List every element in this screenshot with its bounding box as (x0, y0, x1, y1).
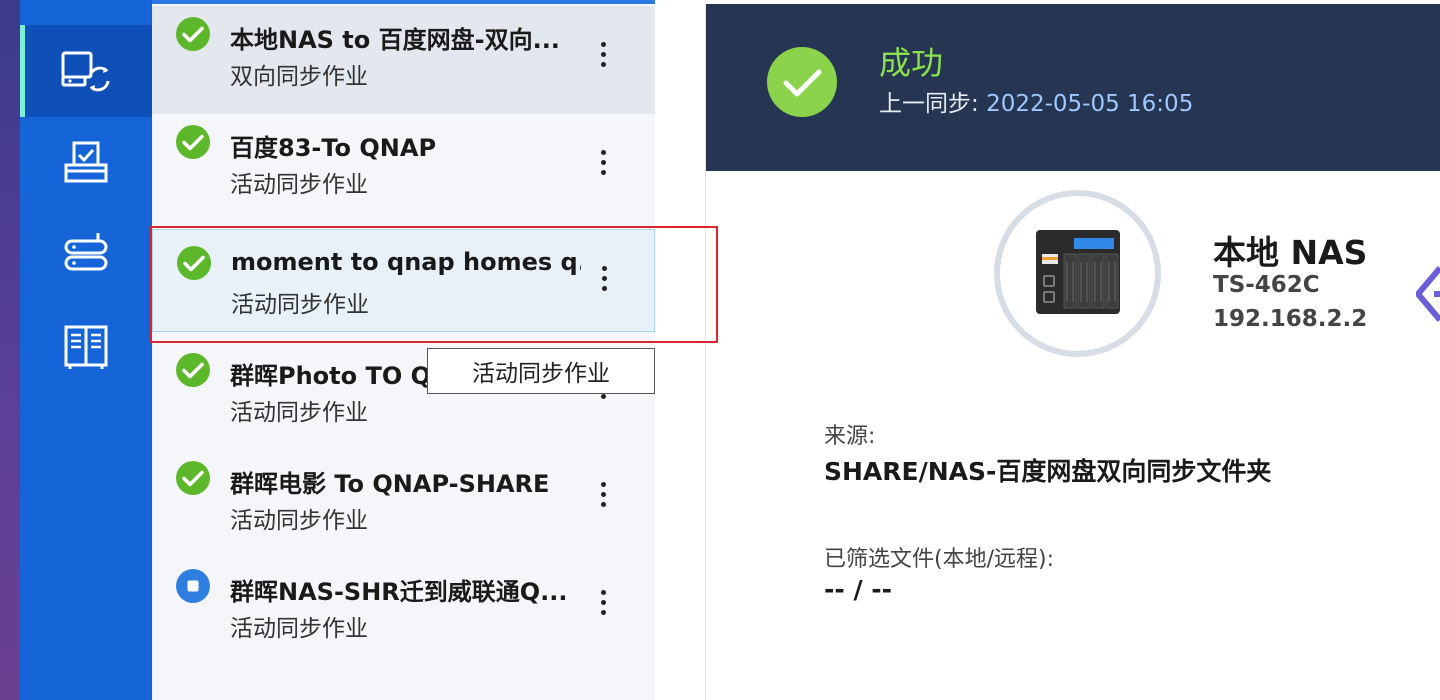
more-options-icon[interactable] (588, 142, 618, 182)
job-type: 活动同步作业 (230, 400, 368, 426)
sync-direction-arrow-icon (1416, 266, 1440, 322)
desktop-background (0, 0, 22, 700)
more-options-icon[interactable] (588, 34, 618, 74)
job-item[interactable]: 百度83-To QNAP 活动同步作业 (152, 114, 655, 222)
source-value: SHARE/NAS-百度网盘双向同步文件夹 (824, 457, 1272, 486)
job-name: 群晖NAS-SHR迁到威联通Q... (230, 578, 568, 606)
job-type: 活动同步作业 (230, 508, 368, 534)
backup-tray-icon (64, 141, 108, 183)
last-sync-time: 2022-05-05 16:05 (986, 91, 1194, 117)
success-check-icon (767, 47, 837, 117)
success-check-icon (176, 17, 210, 51)
nas-device-image (994, 190, 1161, 357)
side-navigation (20, 0, 152, 700)
job-item[interactable]: 本地NAS to 百度网盘-双向... 双向同步作业 (152, 6, 655, 114)
list-top-bar (152, 0, 655, 4)
log-book-icon (64, 325, 108, 369)
nav-logs[interactable] (20, 301, 152, 393)
success-check-icon (176, 125, 210, 159)
device-name: 本地 NAS (1213, 233, 1368, 272)
job-detail-panel: 成功 上一同步: 2022-05-05 16:05 本地 NAS TS-462C… (705, 0, 1440, 700)
job-name: 本地NAS to 百度网盘-双向... (230, 26, 560, 54)
job-type: 双向同步作业 (230, 64, 368, 90)
panel-gap (655, 0, 705, 700)
device-ip: 192.168.2.2 (1213, 306, 1368, 332)
job-type: 活动同步作业 (230, 172, 368, 198)
highlight-annotation (150, 226, 718, 343)
nas-device-icon (1035, 229, 1120, 314)
tooltip: 活动同步作业 (427, 348, 655, 394)
device-model: TS-462C (1213, 272, 1320, 298)
job-item[interactable]: 群晖电影 To QNAP-SHARE 活动同步作业 (152, 444, 655, 552)
last-sync: 上一同步: 2022-05-05 16:05 (879, 84, 1193, 118)
status-banner: 成功 上一同步: 2022-05-05 16:05 (706, 4, 1440, 171)
nav-backup[interactable] (20, 117, 152, 209)
filtered-files-value: -- / -- (824, 575, 893, 604)
storage-icon (64, 233, 108, 271)
filtered-files-label: 已筛选文件(本地/远程): (824, 547, 1054, 572)
more-options-icon[interactable] (588, 474, 618, 514)
more-options-icon[interactable] (588, 582, 618, 622)
nav-storage[interactable] (20, 209, 152, 301)
sync-icon (61, 51, 110, 92)
nav-sync-jobs[interactable] (20, 25, 152, 117)
last-sync-label: 上一同步: (879, 91, 987, 117)
job-type: 活动同步作业 (230, 616, 368, 642)
job-item[interactable]: 群晖NAS-SHR迁到威联通Q... 活动同步作业 (152, 552, 655, 660)
stopped-icon (176, 569, 210, 603)
success-check-icon (176, 353, 210, 387)
job-name: 百度83-To QNAP (230, 134, 437, 162)
job-name: 群晖电影 To QNAP-SHARE (230, 470, 550, 498)
success-check-icon (176, 461, 210, 495)
status-title: 成功 (879, 44, 944, 82)
source-label: 来源: (824, 424, 876, 449)
